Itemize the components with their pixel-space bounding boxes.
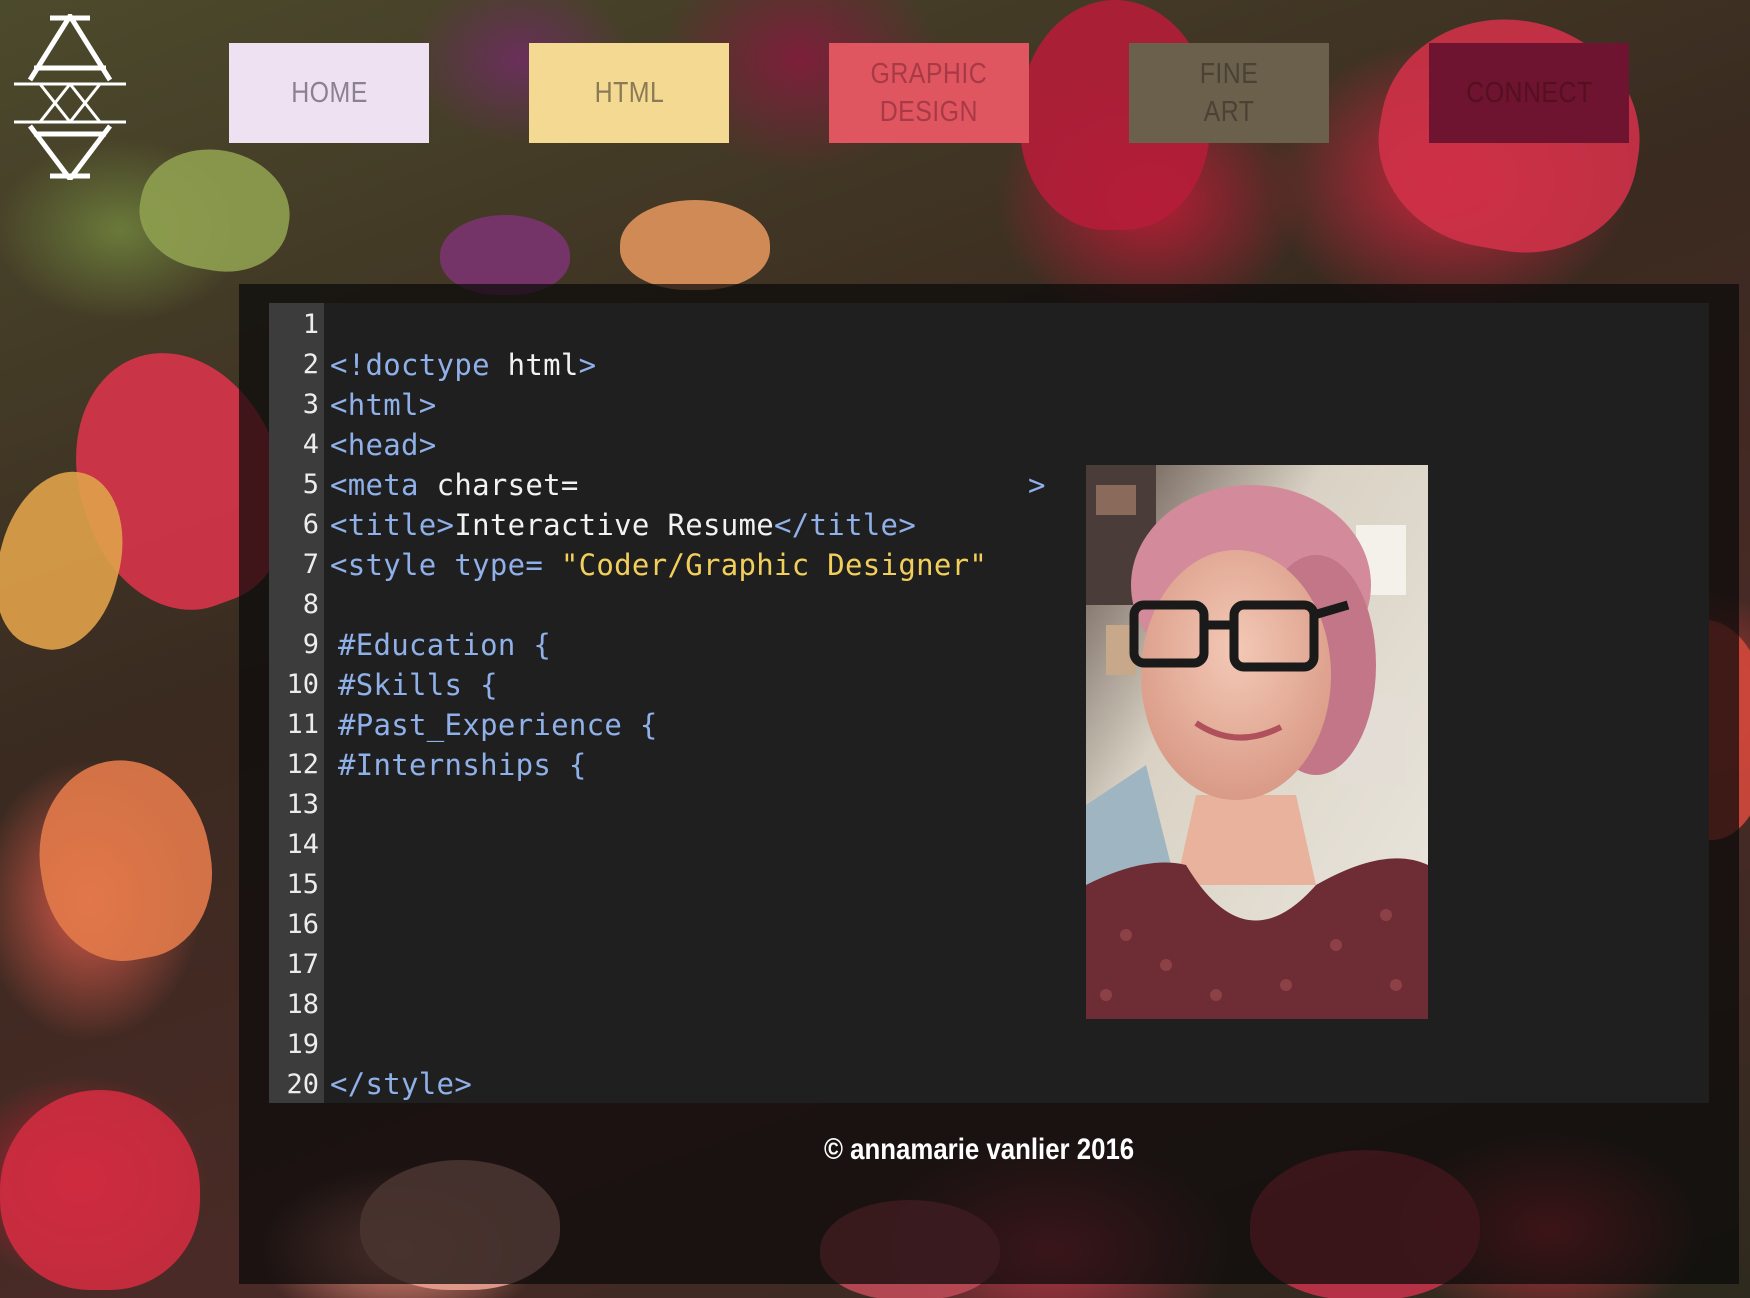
code-line-20: </style> (330, 1067, 473, 1101)
code-line-6: <title>Interactive Resume</title> (330, 508, 917, 542)
line-number: 20 (286, 1069, 319, 1100)
line-number: 16 (286, 909, 319, 940)
nav-graphic-design-button[interactable]: GRAPHIC DESIGN (829, 43, 1029, 143)
line-number: 11 (286, 709, 319, 740)
code-line-12: #Internships { (338, 748, 587, 782)
logo-icon[interactable] (14, 14, 126, 180)
line-number: 4 (302, 429, 319, 460)
line-number: 1 (302, 309, 319, 340)
line-number: 15 (286, 869, 319, 900)
portrait-photo (1086, 465, 1428, 1019)
nav-html-button[interactable]: HTML (529, 43, 729, 143)
code-line-11: #Past_Experience { (338, 708, 658, 742)
line-number: 6 (302, 509, 319, 540)
nav-connect-button[interactable]: CONNECT (1429, 43, 1629, 143)
nav-home-button[interactable]: HOME (229, 43, 429, 143)
line-number: 19 (286, 1029, 319, 1060)
line-number: 14 (286, 829, 319, 860)
code-line-4: <head> (330, 428, 437, 462)
line-number: 5 (302, 469, 319, 500)
line-number: 8 (302, 589, 319, 620)
code-line-7: <style type= "Coder/Graphic Designer" (330, 548, 988, 582)
line-number: 7 (302, 549, 319, 580)
line-number: 13 (286, 789, 319, 820)
code-line-10: #Skills { (338, 668, 498, 702)
code-line-2: <!doctype html> (330, 348, 597, 382)
line-number: 10 (286, 669, 319, 700)
line-number: 3 (302, 389, 319, 420)
line-number: 9 (302, 629, 319, 660)
line-number: 18 (286, 989, 319, 1020)
line-number: 12 (286, 749, 319, 780)
code-line-9: #Education { (338, 628, 552, 662)
line-number: 17 (286, 949, 319, 980)
line-number: 2 (302, 349, 319, 380)
code-line-5: <meta charset= (330, 468, 579, 502)
code-line-5-end: > (1028, 468, 1046, 502)
code-line-3: <html> (330, 388, 437, 422)
copyright-footer: © annamarie vanlier 2016 (824, 1133, 1135, 1166)
nav-fine-art-button[interactable]: FINE ART (1129, 43, 1329, 143)
